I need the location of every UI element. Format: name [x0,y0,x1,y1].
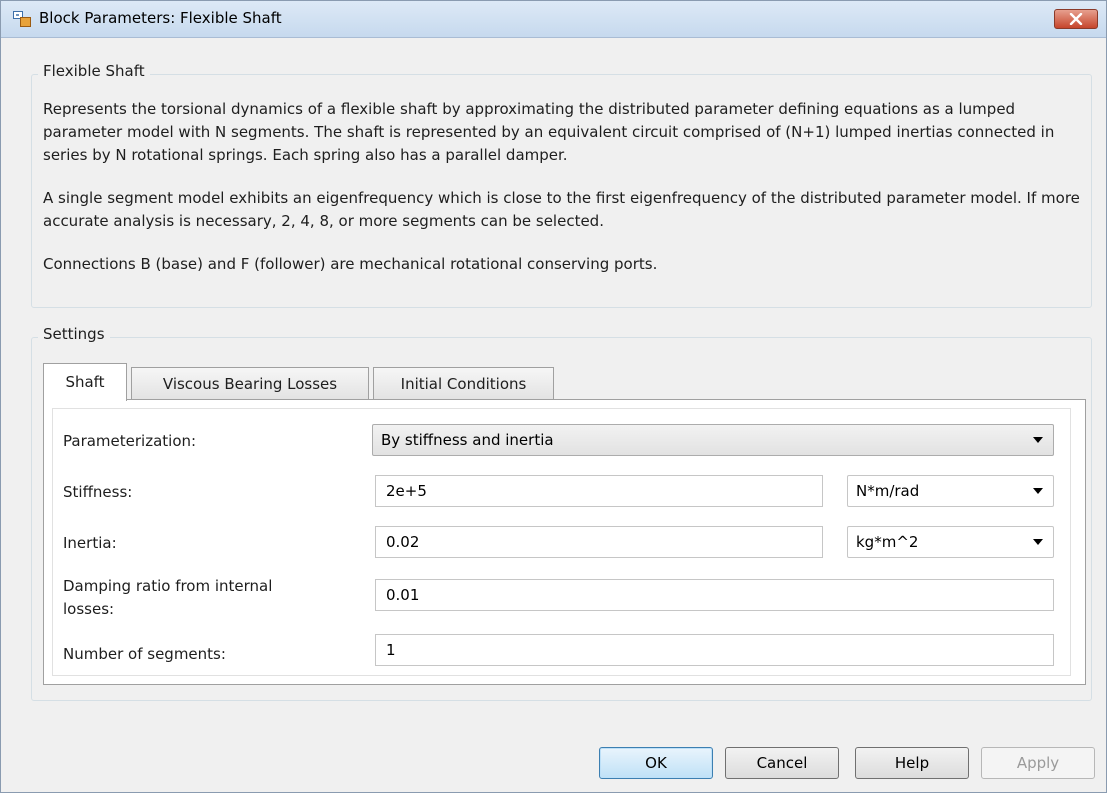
settings-group-legend: Settings [38,325,110,343]
chevron-down-icon [1033,539,1043,545]
inertia-label: Inertia: [63,534,117,552]
damping-ratio-input[interactable]: 0.01 [375,579,1054,611]
description-paragraph: A single segment model exhibits an eigen… [43,189,1080,230]
help-button[interactable]: Help [855,747,969,779]
stiffness-unit-dropdown[interactable]: N*m/rad [847,475,1054,507]
stiffness-unit-value: N*m/rad [856,482,920,500]
tab-shaft[interactable]: Shaft [43,363,127,401]
inertia-unit-value: kg*m^2 [856,533,919,551]
title-bar[interactable]: Block Parameters: Flexible Shaft [1,1,1106,38]
parameterization-dropdown[interactable]: By stiffness and inertia [372,424,1054,456]
damping-label-line2: losses: [63,600,115,618]
window-title: Block Parameters: Flexible Shaft [39,9,282,27]
parameterization-value: By stiffness and inertia [381,431,554,449]
description-group-legend: Flexible Shaft [38,62,150,80]
tab-label: Shaft [65,373,105,391]
parameterization-label: Parameterization: [63,432,197,450]
close-icon [1069,13,1083,25]
ok-button[interactable]: OK [599,747,713,779]
description-text: Represents the torsional dynamics of a f… [43,98,1088,296]
segments-label: Number of segments: [63,645,226,663]
tab-label: Viscous Bearing Losses [162,375,338,393]
close-button[interactable] [1054,9,1098,29]
damping-label-line1: Damping ratio from internal [63,577,273,595]
tab-viscous-bearing-losses[interactable]: Viscous Bearing Losses [131,367,369,399]
simulink-block-icon [13,11,31,27]
cancel-button[interactable]: Cancel [725,747,839,779]
apply-button[interactable]: Apply [981,747,1095,779]
description-paragraph: Represents the torsional dynamics of a f… [43,100,1055,164]
inertia-input[interactable]: 0.02 [375,526,823,558]
segments-input[interactable]: 1 [375,634,1054,666]
stiffness-label: Stiffness: [63,483,133,501]
description-paragraph: Connections B (base) and F (follower) ar… [43,255,658,273]
tab-label: Initial Conditions [400,375,527,393]
chevron-down-icon [1033,488,1043,494]
tab-initial-conditions[interactable]: Initial Conditions [373,367,554,399]
dialog-window: Block Parameters: Flexible Shaft Flexibl… [0,0,1107,793]
inertia-unit-dropdown[interactable]: kg*m^2 [847,526,1054,558]
stiffness-input[interactable]: 2e+5 [375,475,823,507]
chevron-down-icon [1033,437,1043,443]
